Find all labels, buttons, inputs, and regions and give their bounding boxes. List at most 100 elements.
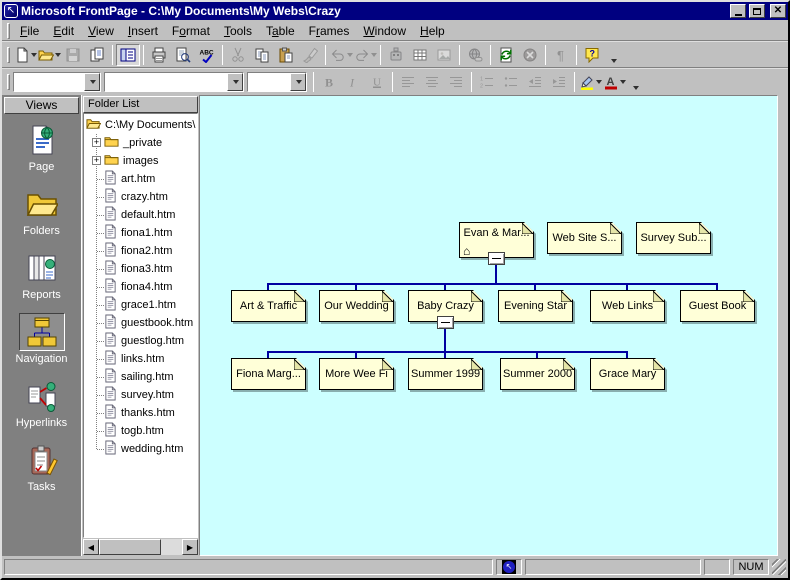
copy-button[interactable] bbox=[250, 44, 274, 66]
close-button[interactable]: ✕ bbox=[770, 4, 786, 18]
tree-file-item[interactable]: survey.htm bbox=[104, 386, 174, 404]
decrease-indent-button[interactable] bbox=[523, 71, 547, 93]
menu-item-tools[interactable]: Tools bbox=[217, 22, 259, 40]
expand-plus-icon[interactable]: + bbox=[92, 156, 101, 165]
tree-folder-item[interactable]: _private bbox=[104, 134, 162, 152]
save-button[interactable] bbox=[61, 44, 85, 66]
redo-dropdown-arrow[interactable] bbox=[370, 53, 377, 57]
new-page-dropdown-arrow[interactable] bbox=[30, 53, 37, 57]
nav-node[interactable]: Web Site S... bbox=[547, 222, 622, 254]
tree-file-item[interactable]: default.htm bbox=[104, 206, 175, 224]
tree-file-item[interactable]: fiona4.htm bbox=[104, 278, 172, 296]
undo-button[interactable] bbox=[329, 44, 353, 66]
scrollbar-track[interactable] bbox=[99, 539, 182, 555]
nav-node-box[interactable]: Fiona Marg... bbox=[231, 358, 306, 390]
publish-web-button[interactable] bbox=[85, 44, 109, 66]
nav-node-box[interactable]: Evening Star bbox=[498, 290, 573, 322]
view-item-reports[interactable]: Reports bbox=[4, 242, 79, 306]
help-button[interactable]: ? bbox=[580, 44, 604, 66]
undo-dropdown-arrow[interactable] bbox=[346, 53, 353, 57]
view-item-navigation[interactable]: Navigation bbox=[4, 306, 79, 370]
increase-indent-button[interactable] bbox=[547, 71, 571, 93]
open-dropdown-arrow[interactable] bbox=[54, 53, 61, 57]
tree-root-item[interactable]: C:\My Documents\ bbox=[86, 116, 195, 134]
format-painter-button[interactable] bbox=[298, 44, 322, 66]
menubar-grip[interactable] bbox=[7, 22, 10, 39]
font-combobox[interactable] bbox=[104, 72, 244, 92]
cut-button[interactable] bbox=[226, 44, 250, 66]
font-color-button[interactable]: A bbox=[602, 71, 626, 93]
insert-picture-button[interactable] bbox=[432, 44, 456, 66]
folder-list-button[interactable] bbox=[116, 44, 140, 66]
nav-node-box[interactable]: Summer 1999 bbox=[408, 358, 483, 390]
highlight-color-dropdown-arrow[interactable] bbox=[595, 80, 602, 84]
formatting-toolbar-grip[interactable] bbox=[7, 74, 10, 90]
menu-item-frames[interactable]: Frames bbox=[302, 22, 357, 40]
tree-file-item[interactable]: wedding.htm bbox=[104, 440, 183, 458]
tree-file-item[interactable]: thanks.htm bbox=[104, 404, 175, 422]
align-right-button[interactable] bbox=[444, 71, 468, 93]
font-color-dropdown-arrow[interactable] bbox=[619, 80, 626, 84]
tree-folder-item[interactable]: images bbox=[104, 152, 158, 170]
paste-button[interactable] bbox=[274, 44, 298, 66]
minimize-button[interactable] bbox=[730, 4, 746, 18]
menu-item-help[interactable]: Help bbox=[413, 22, 452, 40]
menu-item-format[interactable]: Format bbox=[165, 22, 217, 40]
italic-button[interactable]: I bbox=[341, 71, 365, 93]
insert-component-button[interactable] bbox=[384, 44, 408, 66]
tree-file-item[interactable]: art.htm bbox=[104, 170, 155, 188]
open-button[interactable] bbox=[37, 44, 61, 66]
tree-file-item[interactable]: togb.htm bbox=[104, 422, 164, 440]
nav-node[interactable]: Web Links bbox=[590, 290, 665, 322]
menu-item-file[interactable]: File bbox=[13, 22, 46, 40]
tree-file-item[interactable]: fiona1.htm bbox=[104, 224, 172, 242]
redo-button[interactable] bbox=[353, 44, 377, 66]
tree-file-item[interactable]: links.htm bbox=[104, 350, 164, 368]
scrollbar-thumb[interactable] bbox=[99, 539, 161, 555]
align-left-button[interactable] bbox=[396, 71, 420, 93]
scroll-left-button[interactable]: ◀ bbox=[83, 539, 99, 555]
nav-node-box[interactable]: Guest Book bbox=[680, 290, 755, 322]
preview-in-browser-button[interactable] bbox=[171, 44, 195, 66]
view-item-page[interactable]: Page bbox=[4, 114, 79, 178]
view-item-tasks[interactable]: Tasks bbox=[4, 434, 79, 498]
nav-node-box[interactable]: Web Links bbox=[590, 290, 665, 322]
align-center-button[interactable] bbox=[420, 71, 444, 93]
nav-node[interactable]: Summer 1999 bbox=[408, 358, 483, 390]
tree-file-item[interactable]: guestbook.htm bbox=[104, 314, 193, 332]
bulleted-list-button[interactable] bbox=[499, 71, 523, 93]
tree-file-item[interactable]: fiona3.htm bbox=[104, 260, 172, 278]
menu-item-view[interactable]: View bbox=[81, 22, 121, 40]
nav-node[interactable]: More Wee Fi bbox=[319, 358, 394, 390]
menu-item-edit[interactable]: Edit bbox=[46, 22, 81, 40]
nav-node-box[interactable]: Survey Sub... bbox=[636, 222, 711, 254]
nav-node[interactable]: Summer 2000 bbox=[500, 358, 575, 390]
nav-node[interactable]: Fiona Marg... bbox=[231, 358, 306, 390]
menu-item-window[interactable]: Window bbox=[356, 22, 413, 40]
font-size-dropdown-button[interactable] bbox=[290, 73, 306, 91]
nav-node-box[interactable]: More Wee Fi bbox=[319, 358, 394, 390]
bold-button[interactable]: B bbox=[317, 71, 341, 93]
show-all-button[interactable]: ¶ bbox=[549, 44, 573, 66]
menu-item-table[interactable]: Table bbox=[259, 22, 302, 40]
print-button[interactable] bbox=[147, 44, 171, 66]
tree-file-item[interactable]: grace1.htm bbox=[104, 296, 176, 314]
numbered-list-button[interactable]: 12 bbox=[475, 71, 499, 93]
insert-table-button[interactable] bbox=[408, 44, 432, 66]
font-size-combobox[interactable] bbox=[247, 72, 307, 92]
refresh-button[interactable] bbox=[494, 44, 518, 66]
style-combobox[interactable] bbox=[13, 72, 101, 92]
collapse-toggle-button[interactable] bbox=[437, 316, 454, 329]
font-dropdown-button[interactable] bbox=[227, 73, 243, 91]
maximize-button[interactable] bbox=[749, 4, 765, 18]
hyperlink-button[interactable] bbox=[463, 44, 487, 66]
style-dropdown-button[interactable] bbox=[84, 73, 100, 91]
view-item-folders[interactable]: Folders bbox=[4, 178, 79, 242]
toolbar-options-button[interactable] bbox=[630, 71, 640, 93]
nav-node[interactable]: Guest Book bbox=[680, 290, 755, 322]
tree-file-item[interactable]: crazy.htm bbox=[104, 188, 168, 206]
resize-grip[interactable] bbox=[772, 559, 786, 575]
stop-button[interactable] bbox=[518, 44, 542, 66]
nav-node[interactable]: Evening Star bbox=[498, 290, 573, 322]
nav-node-box[interactable]: Summer 2000 bbox=[500, 358, 575, 390]
